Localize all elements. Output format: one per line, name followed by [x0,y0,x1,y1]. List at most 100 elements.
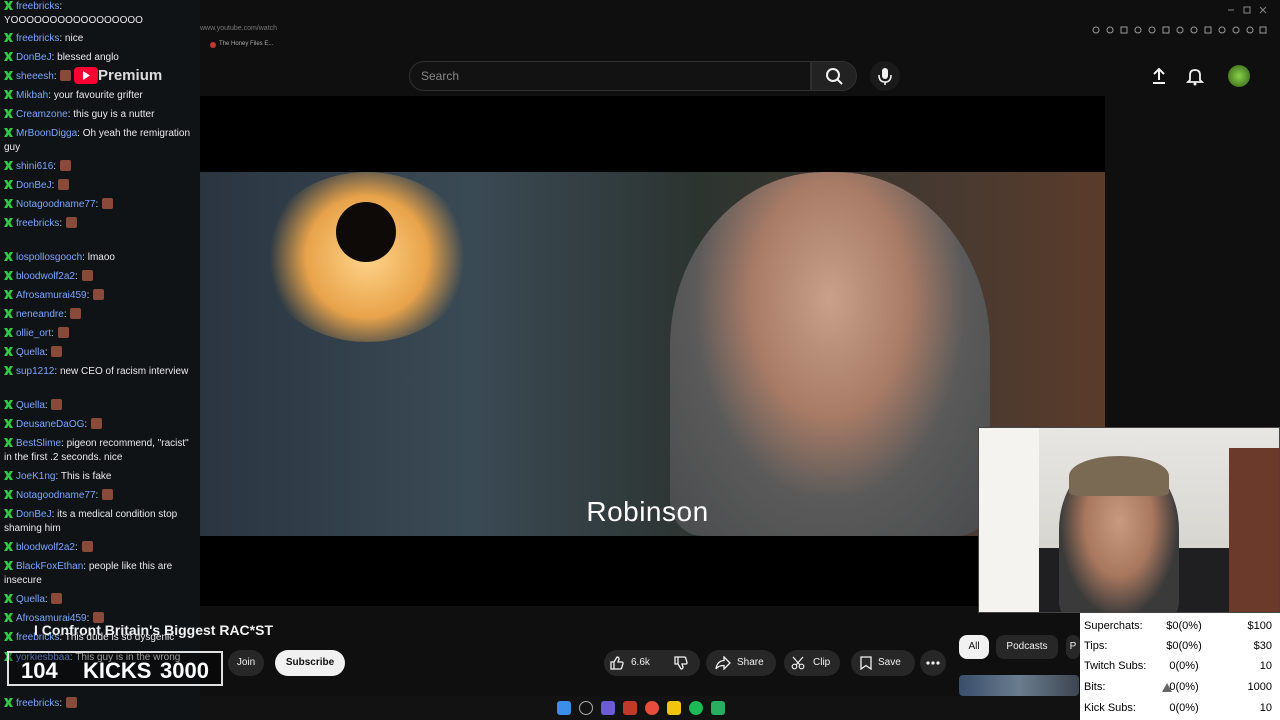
chat-username[interactable]: shini616 [16,161,53,172]
chat-message: ollie_ort: [4,327,196,341]
chat-username[interactable]: Creamzone [16,109,68,120]
kick-badge-icon [4,180,13,189]
chat-username[interactable]: freebricks [16,1,59,12]
emote-icon [102,489,114,500]
chat-separator: : [86,290,93,301]
kick-badge-icon [4,347,13,356]
chat-username[interactable]: BlackFoxEthan [16,561,83,572]
stats-value: 0(0%) [1169,702,1199,714]
premium-logo[interactable]: Premium [98,67,162,84]
chat-panel: freebricks: YOOOOOOOOOOOOOOOOO freebricks… [0,0,200,720]
more-actions-button[interactable] [920,650,946,676]
chat-username[interactable]: DonBeJ [16,52,52,63]
upload-button[interactable] [1149,66,1169,86]
stats-goal: $100 [1247,620,1272,632]
browser-app-icon[interactable] [645,701,659,715]
chat-username[interactable]: freebricks [16,218,59,229]
chat-username[interactable]: DonBeJ [16,509,52,520]
youtube-logo-icon[interactable] [74,67,98,84]
bookmark-icon [210,42,216,48]
chat-text: blessed anglo [57,52,119,63]
chat-username[interactable]: bloodwolf2a2 [16,271,75,282]
chat-text: This is fake [60,471,112,482]
chat-message: Notagoodname77: [4,198,196,212]
stats-goal: 10 [1259,702,1272,714]
voice-search-button[interactable] [870,61,900,91]
kick-badge-icon [4,52,13,61]
chat-separator: : [53,71,60,82]
chat-username[interactable]: sup1212 [16,366,54,377]
chat-username[interactable]: MrBoonDigga [16,128,77,139]
chat-separator: : [63,309,70,320]
upload-icon [1153,67,1165,84]
address-bar[interactable]: www.youtube.com/watch [200,22,1280,38]
record-app-icon[interactable] [623,701,637,715]
clip-label: Clip [813,657,831,668]
chat-username[interactable]: Quella [16,594,45,605]
chat-username[interactable]: ollie_ort [16,328,51,339]
video-frame[interactable] [200,172,1105,536]
chat-text: new CEO of racism interview [59,366,189,377]
stats-value: 0(0%) [1169,660,1199,672]
chat-username[interactable]: DonBeJ [16,180,52,191]
chat-text: nice [64,33,84,44]
windows-start-icon[interactable] [557,701,571,715]
chat-username[interactable]: BestSlime [16,438,61,449]
emote-icon [51,346,63,357]
file-explorer-icon[interactable] [667,701,681,715]
emote-icon [102,198,114,209]
chat-username[interactable]: lospollosgooch [16,252,82,263]
stats-value: $0(0%) [1166,640,1202,652]
chat-username[interactable]: neneandre [16,309,64,320]
chat-username[interactable]: JoeK1ng [16,471,55,482]
search-button[interactable] [811,61,857,91]
extension-icons[interactable] [1090,24,1270,36]
chat-message: shini616: [4,160,196,174]
chat-username[interactable]: sheeesh [16,71,54,82]
xbox-icon[interactable] [711,701,725,715]
chip-more[interactable]: P [1066,635,1080,659]
save-button[interactable]: Save [851,650,915,676]
chat-username[interactable]: Notagoodname77 [16,199,96,210]
kick-badge-icon [4,613,13,622]
chat-message: DonBeJ: [4,179,196,193]
share-button[interactable]: Share [706,650,776,676]
chat-message: freebricks: YOOOOOOOOOOOOOOOOO [4,0,196,28]
like-button[interactable] [609,655,625,671]
subscribe-button[interactable]: Subscribe [275,650,345,676]
discord-icon[interactable] [601,701,615,715]
chat-separator: : [51,328,57,339]
chat-username[interactable]: Quella [16,347,45,358]
clip-button[interactable]: Clip [784,650,840,676]
chat-message: BlackFoxEthan: people like this are inse… [4,560,196,588]
emote-icon [57,327,69,338]
chat-username[interactable]: Mikbah [16,90,48,101]
chat-username[interactable]: Afrosamurai459 [16,290,87,301]
chip-all[interactable]: All [959,635,989,659]
recommended-thumbnail[interactable] [959,675,1079,696]
like-count: 6.6k [631,657,650,668]
chat-username[interactable]: Quella [16,400,45,411]
join-button[interactable]: Join [228,650,264,676]
avatar[interactable] [1228,65,1250,87]
chip-podcasts[interactable]: Podcasts [996,635,1058,659]
mic-icon [878,68,892,85]
taskbar-search-icon[interactable] [579,701,593,715]
emote-icon [65,217,77,228]
bookmark-item[interactable]: The Honey Files E... [219,41,273,47]
chat-username[interactable]: DeusaneDaOG [16,419,84,430]
stats-label: Bits: [1084,681,1106,693]
emote-icon [81,541,93,552]
stats-row-bits: Bits: 0(0%) 1000 [1084,677,1276,697]
chat-username[interactable]: bloodwolf2a2 [16,542,75,553]
dislike-button[interactable] [673,655,689,671]
window-controls[interactable] [1220,5,1270,15]
chat-username[interactable]: freebricks [16,33,59,44]
spotify-icon[interactable] [689,701,703,715]
chat-username[interactable]: freebricks [16,698,59,709]
chat-message: freebricks: nice [4,32,196,46]
chat-username[interactable]: Notagoodname77 [16,490,96,501]
stats-label: Tips: [1084,640,1108,652]
search-input[interactable]: Search [409,61,811,91]
notifications-button[interactable] [1185,66,1205,86]
